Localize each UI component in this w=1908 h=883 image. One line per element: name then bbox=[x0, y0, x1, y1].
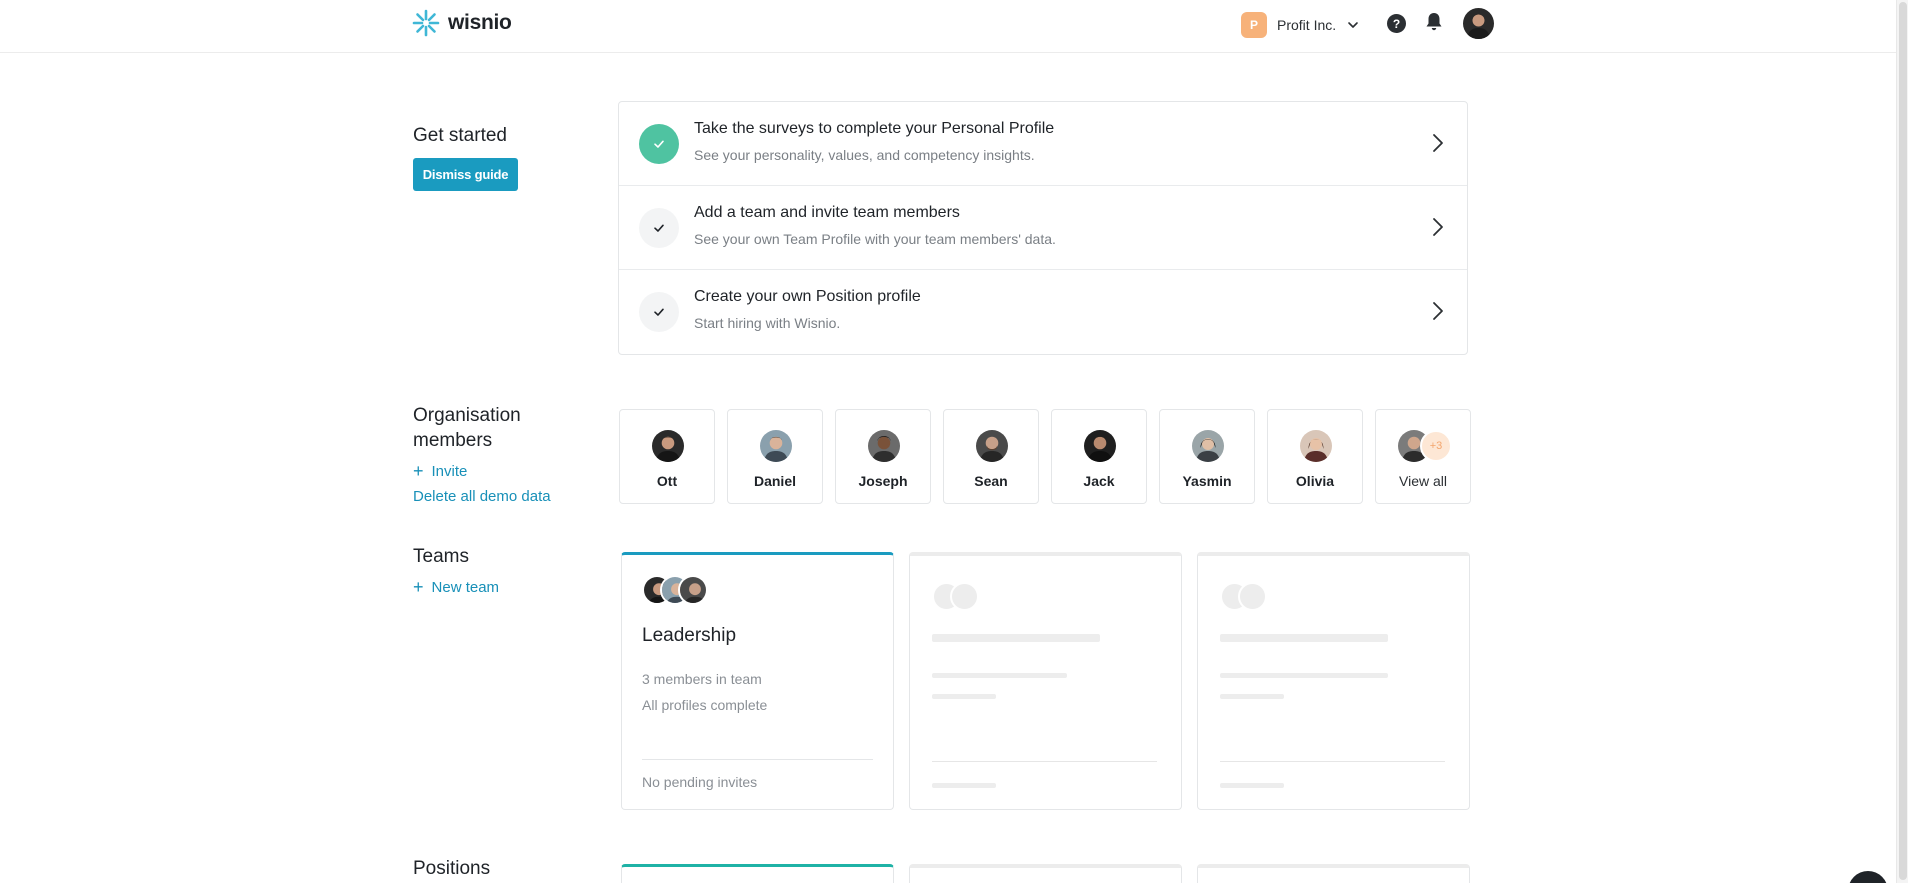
org-title-line1: Organisation bbox=[413, 405, 521, 426]
onboarding-guide: Take the surveys to complete your Person… bbox=[618, 101, 1468, 355]
help-icon[interactable]: ? bbox=[1387, 14, 1406, 33]
member-avatar bbox=[760, 430, 792, 462]
top-header: wisnio P Profit Inc. ? bbox=[0, 0, 1896, 53]
new-team-link[interactable]: + New team bbox=[413, 577, 500, 597]
chevron-right-icon bbox=[1433, 302, 1443, 320]
new-team-label: New team bbox=[431, 579, 500, 596]
team-name: Leadership bbox=[642, 625, 737, 646]
plus-icon: + bbox=[413, 577, 424, 597]
view-all-members-card[interactable]: +3 View all bbox=[1375, 409, 1471, 504]
divider bbox=[932, 761, 1157, 762]
org-title-line2: members bbox=[413, 430, 493, 451]
invite-link[interactable]: + Invite bbox=[413, 461, 468, 481]
dismiss-guide-button[interactable]: Dismiss guide bbox=[413, 158, 518, 191]
get-started-title: Get started bbox=[413, 125, 507, 146]
member-name: Sean bbox=[974, 473, 1008, 489]
position-card-placeholder bbox=[1197, 864, 1470, 883]
guide-item-title: Add a team and invite team members bbox=[694, 204, 960, 221]
company-switcher[interactable]: P Profit Inc. bbox=[1241, 12, 1360, 38]
member-name: Daniel bbox=[753, 473, 796, 489]
member-avatar bbox=[868, 430, 900, 462]
position-card[interactable] bbox=[621, 864, 894, 883]
member-name: Olivia bbox=[1295, 473, 1335, 489]
member-avatar bbox=[652, 430, 684, 462]
placeholder-bar bbox=[1220, 694, 1284, 699]
member-name: Ott bbox=[656, 473, 678, 489]
member-card-joseph[interactable]: Joseph bbox=[835, 409, 931, 504]
chat-widget-button[interactable] bbox=[1848, 871, 1888, 883]
member-card-sean[interactable]: Sean bbox=[943, 409, 1039, 504]
placeholder-bar bbox=[1220, 673, 1388, 678]
wisnio-snowflake-icon bbox=[412, 9, 440, 37]
view-all-label: View all bbox=[1399, 473, 1447, 489]
delete-demo-data-link[interactable]: Delete all demo data bbox=[413, 488, 551, 505]
member-avatar bbox=[976, 430, 1008, 462]
company-name: Profit Inc. bbox=[1277, 17, 1337, 33]
member-card-daniel[interactable]: Daniel bbox=[727, 409, 823, 504]
divider bbox=[1220, 761, 1445, 762]
completed-check-icon bbox=[639, 124, 679, 164]
user-avatar[interactable] bbox=[1463, 8, 1494, 39]
guide-item-personal-profile[interactable]: Take the surveys to complete your Person… bbox=[619, 102, 1467, 186]
chevron-right-icon bbox=[1433, 134, 1443, 152]
guide-item-title: Create your own Position profile bbox=[694, 288, 921, 305]
organisation-members-title: Organisation members bbox=[413, 403, 521, 453]
member-avatar bbox=[1084, 430, 1116, 462]
plus-icon: + bbox=[413, 461, 424, 481]
check-icon bbox=[639, 292, 679, 332]
wisnio-logo[interactable]: wisnio bbox=[412, 9, 512, 37]
team-profile-status: All profiles complete bbox=[642, 697, 768, 713]
member-avatar bbox=[1300, 430, 1332, 462]
placeholder-bar bbox=[932, 634, 1100, 642]
placeholder-bar bbox=[932, 673, 1067, 678]
teams-title: Teams bbox=[413, 546, 469, 567]
bell-icon[interactable] bbox=[1425, 12, 1443, 32]
member-card-ott[interactable]: Ott bbox=[619, 409, 715, 504]
guide-item-desc: Start hiring with Wisnio. bbox=[694, 315, 841, 331]
placeholder-bar bbox=[932, 694, 996, 699]
member-card-yasmin[interactable]: Yasmin bbox=[1159, 409, 1255, 504]
team-members-count: 3 members in team bbox=[642, 671, 762, 687]
page-scrollbar[interactable] bbox=[1896, 0, 1908, 883]
placeholder-avatar bbox=[1238, 582, 1267, 611]
positions-title: Positions bbox=[413, 858, 491, 879]
check-icon bbox=[639, 208, 679, 248]
guide-item-position-profile[interactable]: Create your own Position profile Start h… bbox=[619, 270, 1467, 354]
placeholder-bar bbox=[1220, 783, 1284, 788]
placeholder-bar bbox=[1220, 634, 1388, 642]
guide-item-desc: See your personality, values, and compet… bbox=[694, 147, 1035, 163]
placeholder-avatar bbox=[950, 582, 979, 611]
team-card-placeholder bbox=[1197, 552, 1470, 810]
logo-text: wisnio bbox=[448, 11, 512, 34]
member-name: Joseph bbox=[858, 473, 908, 489]
member-card-jack[interactable]: Jack bbox=[1051, 409, 1147, 504]
guide-item-desc: See your own Team Profile with your team… bbox=[694, 231, 1056, 247]
team-pending-invites: No pending invites bbox=[642, 774, 758, 790]
member-avatar bbox=[1192, 430, 1224, 462]
team-card-leadership[interactable]: Leadership 3 members in team All profile… bbox=[621, 552, 894, 810]
guide-item-title: Take the surveys to complete your Person… bbox=[694, 120, 1055, 137]
team-member-avatar bbox=[678, 575, 708, 605]
company-badge: P bbox=[1241, 12, 1267, 38]
chevron-down-icon bbox=[1348, 22, 1358, 28]
extra-members-count: +3 bbox=[1420, 430, 1452, 462]
member-card-olivia[interactable]: Olivia bbox=[1267, 409, 1363, 504]
member-name: Yasmin bbox=[1182, 473, 1232, 489]
member-name: Jack bbox=[1083, 473, 1115, 489]
divider bbox=[642, 759, 873, 760]
scrollbar-thumb[interactable] bbox=[1899, 2, 1907, 880]
placeholder-bar bbox=[932, 783, 996, 788]
guide-item-add-team[interactable]: Add a team and invite team members See y… bbox=[619, 186, 1467, 270]
invite-label: Invite bbox=[431, 463, 468, 480]
user-avatar-image bbox=[1463, 8, 1494, 39]
position-card-placeholder bbox=[909, 864, 1182, 883]
team-card-placeholder bbox=[909, 552, 1182, 810]
chevron-right-icon bbox=[1433, 218, 1443, 236]
